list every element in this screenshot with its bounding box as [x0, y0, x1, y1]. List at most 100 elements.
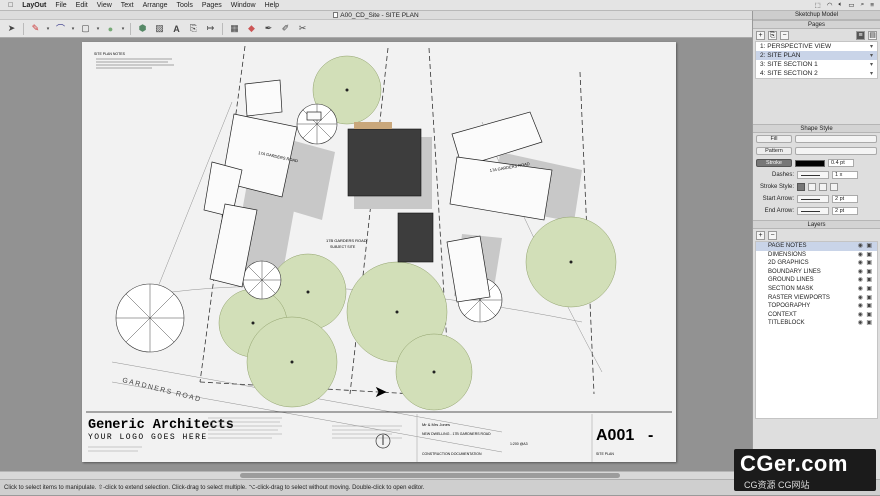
lock-icon[interactable]: ▣ — [866, 251, 872, 260]
lock-icon[interactable]: ▣ — [866, 319, 872, 328]
eye-icon[interactable]: ◉ — [858, 276, 863, 285]
circle-tool-icon[interactable]: ● — [103, 22, 118, 36]
dropdown-arrow-icon[interactable]: ▾ — [95, 22, 101, 36]
eye-icon[interactable]: ◉ — [858, 311, 863, 320]
add-layer-button[interactable]: + — [756, 230, 765, 240]
eye-icon[interactable]: ◉ — [858, 294, 863, 303]
dashes-select[interactable] — [797, 171, 829, 179]
cap-style-icon[interactable] — [797, 183, 805, 191]
select-tool-icon[interactable]: ➤ — [4, 22, 19, 36]
sample-tool-icon[interactable]: ✐ — [278, 22, 293, 36]
offset-tool-icon[interactable]: ▨ — [152, 22, 167, 36]
pages-panel-title[interactable]: Pages — [753, 20, 880, 29]
lock-icon[interactable]: ▣ — [866, 242, 872, 251]
pattern-button[interactable]: Pattern — [756, 147, 792, 155]
page-item-site-section-2[interactable]: 4: SITE SECTION 2 ▾ — [756, 69, 877, 78]
stroke-width-field[interactable]: 0.4 pt — [828, 159, 854, 167]
end-arrow-size-field[interactable]: 2 pt — [832, 207, 858, 215]
end-style-icon[interactable] — [830, 183, 838, 191]
shape-style-panel-title[interactable]: Shape Style — [753, 124, 880, 133]
lock-icon[interactable]: ▣ — [866, 259, 872, 268]
start-arrow-select[interactable] — [797, 195, 829, 203]
volume-icon[interactable]: 🔈︎ — [839, 1, 843, 9]
pattern-swatch[interactable] — [795, 147, 877, 155]
label-tool-icon[interactable]: ⎘ — [186, 22, 201, 36]
add-page-button[interactable]: + — [756, 30, 765, 40]
menu-view[interactable]: View — [97, 2, 112, 9]
menu-app[interactable]: LayOut — [22, 2, 46, 9]
layer-item-dimensions[interactable]: DIMENSIONS ◉ ▣ — [756, 251, 877, 260]
eraser-tool-icon[interactable]: ◆ — [244, 22, 259, 36]
page-item-site-plan[interactable]: 2: SITE PLAN ▾ — [756, 51, 877, 60]
wifi-icon[interactable]: ◠ — [827, 1, 833, 9]
menu-file[interactable]: File — [55, 2, 66, 9]
join-style-icon[interactable] — [808, 183, 816, 191]
list-view-icon[interactable]: ≡ — [856, 30, 865, 40]
layers-panel-title[interactable]: Layers — [753, 220, 880, 229]
eye-icon[interactable]: ◉ — [858, 302, 863, 311]
lock-icon[interactable]: ▣ — [866, 276, 872, 285]
table-tool-icon[interactable]: ▦ — [227, 22, 242, 36]
text-tool-icon[interactable]: A — [169, 22, 184, 36]
apple-menu[interactable]:  — [8, 2, 13, 9]
lock-icon[interactable]: ▣ — [866, 294, 872, 303]
menu-help[interactable]: Help — [265, 2, 279, 9]
layer-item-2d-graphics[interactable]: 2D GRAPHICS ◉ ▣ — [756, 259, 877, 268]
rectangle-tool-icon[interactable]: ▢ — [78, 22, 93, 36]
lock-icon[interactable]: ▣ — [866, 311, 872, 320]
layer-item-page-notes[interactable]: PAGE NOTES ◉ ▣ — [756, 242, 877, 251]
fill-swatch[interactable] — [795, 135, 877, 143]
layer-item-boundary-lines[interactable]: BOUNDARY LINES ◉ ▣ — [756, 268, 877, 277]
dash-scale-field[interactable]: 1 x — [832, 171, 858, 179]
eye-icon[interactable]: ◉ — [858, 259, 863, 268]
dimension-tool-icon[interactable]: ↦ — [203, 22, 218, 36]
split-tool-icon[interactable]: ✂ — [295, 22, 310, 36]
remove-layer-button[interactable]: − — [768, 230, 777, 240]
layer-item-section-mask[interactable]: SECTION MASK ◉ ▣ — [756, 285, 877, 294]
style-tool-icon[interactable]: ✒ — [261, 22, 276, 36]
document-canvas[interactable]: 17A GARDERS ROAD 17A GARDERS ROAD 17B GA… — [0, 38, 752, 471]
menu-pages[interactable]: Pages — [202, 2, 222, 9]
lock-icon[interactable]: ▣ — [866, 302, 872, 311]
page-item-site-section-1[interactable]: 3: SITE SECTION 1 ▾ — [756, 60, 877, 69]
menu-edit[interactable]: Edit — [76, 2, 88, 9]
thumbnail-view-icon[interactable]: ▤ — [868, 30, 877, 40]
lock-icon[interactable]: ▣ — [866, 268, 872, 277]
polygon-tool-icon[interactable]: ⬢ — [135, 22, 150, 36]
menu-list-icon[interactable]: ≡ — [870, 2, 874, 9]
dropdown-arrow-icon[interactable]: ▾ — [45, 22, 51, 36]
layer-item-titleblock[interactable]: TITLEBLOCK ◉ ▣ — [756, 319, 877, 328]
menu-arrange[interactable]: Arrange — [143, 2, 168, 9]
dropdown-arrow-icon[interactable]: ▾ — [120, 22, 126, 36]
eye-icon[interactable]: ◉ — [858, 242, 863, 251]
layer-item-context[interactable]: CONTEXT ◉ ▣ — [756, 311, 877, 320]
stroke-color-swatch[interactable] — [795, 159, 825, 167]
stroke-button[interactable]: Stroke — [756, 159, 792, 167]
end-arrow-select[interactable] — [797, 207, 829, 215]
menu-tools[interactable]: Tools — [177, 2, 193, 9]
start-arrow-size-field[interactable]: 2 pt — [832, 195, 858, 203]
layer-item-ground-lines[interactable]: GROUND LINES ◉ ▣ — [756, 276, 877, 285]
menu-window[interactable]: Window — [231, 2, 256, 9]
layer-item-topography[interactable]: TOPOGRAPHY ◉ ▣ — [756, 302, 877, 311]
search-icon[interactable]: ⌕ — [861, 1, 865, 9]
horizontal-scrollbar[interactable] — [0, 471, 752, 479]
fill-button[interactable]: Fill — [756, 135, 792, 143]
layer-item-raster-viewports[interactable]: RASTER VIEWPORTS ◉ ▣ — [756, 294, 877, 303]
dropbox-icon[interactable]: ⬚ — [815, 1, 821, 9]
duplicate-page-icon[interactable]: ⎘ — [768, 30, 777, 40]
dropdown-arrow-icon[interactable]: ▾ — [70, 22, 76, 36]
menu-text[interactable]: Text — [121, 2, 134, 9]
delete-page-button[interactable]: − — [780, 30, 789, 40]
scrollbar-thumb[interactable] — [240, 473, 620, 478]
eye-icon[interactable]: ◉ — [858, 268, 863, 277]
join-style-icon[interactable] — [819, 183, 827, 191]
lock-icon[interactable]: ▣ — [866, 285, 872, 294]
pencil-tool-icon[interactable]: ✎ — [28, 22, 43, 36]
arc-tool-icon[interactable]: ⌒ — [53, 22, 68, 36]
eye-icon[interactable]: ◉ — [858, 285, 863, 294]
page-item-perspective-view[interactable]: 1: PERSPECTIVE VIEW ▾ — [756, 42, 877, 51]
eye-icon[interactable]: ◉ — [858, 251, 863, 260]
eye-icon[interactable]: ◉ — [858, 319, 863, 328]
battery-icon[interactable]: ▭ — [848, 1, 854, 9]
